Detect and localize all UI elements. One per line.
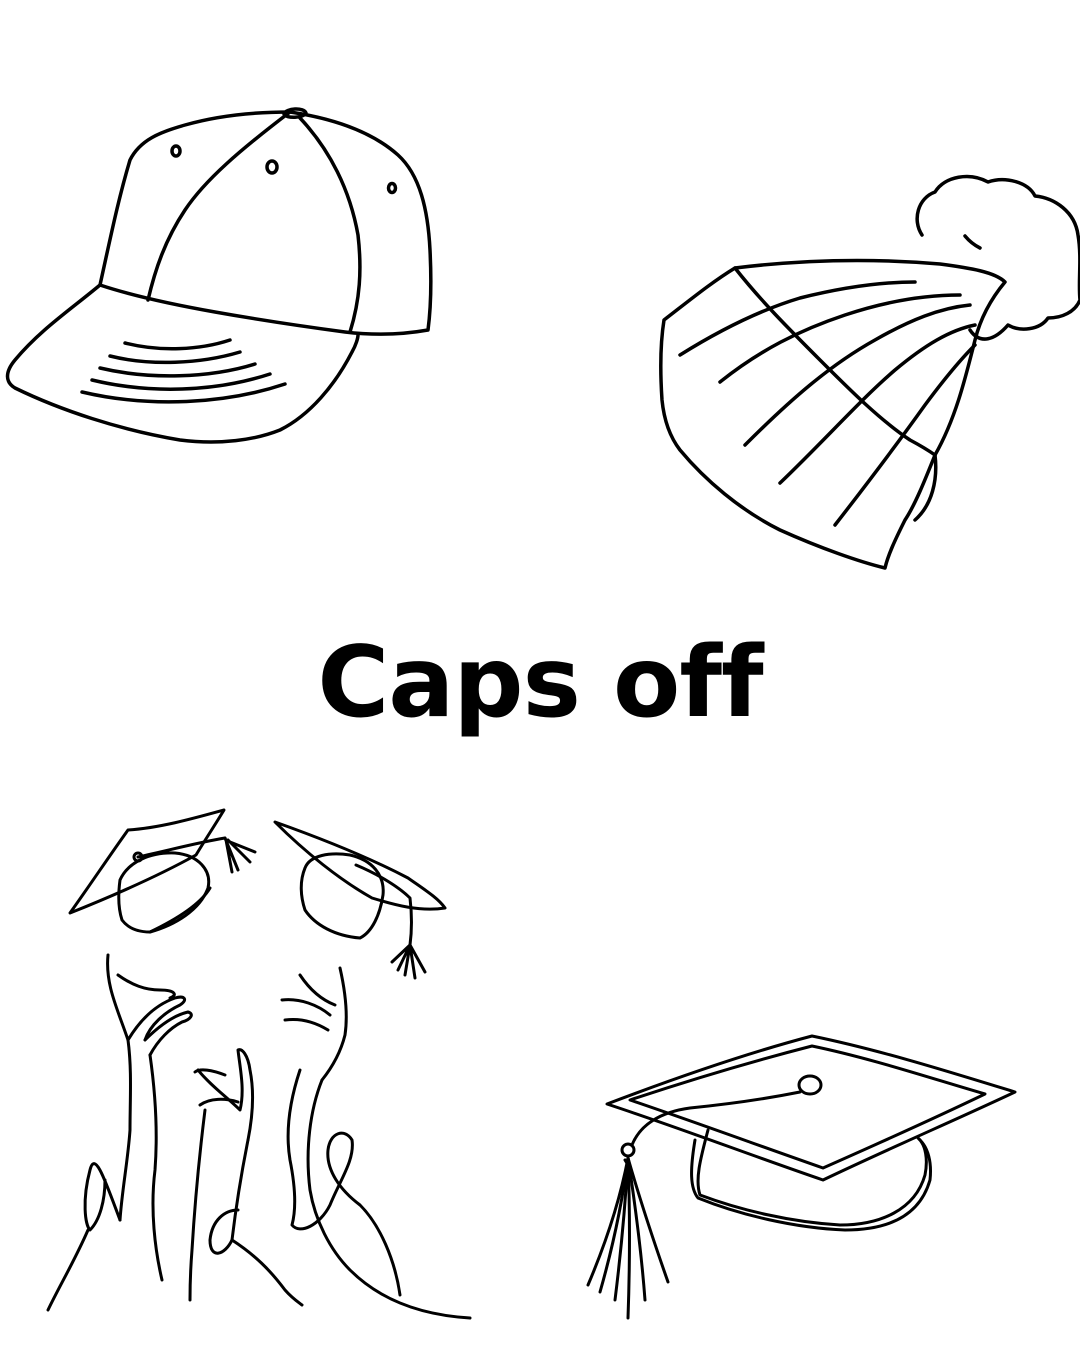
poster-canvas: Caps off [0,0,1080,1350]
page-title: Caps off [317,626,763,740]
